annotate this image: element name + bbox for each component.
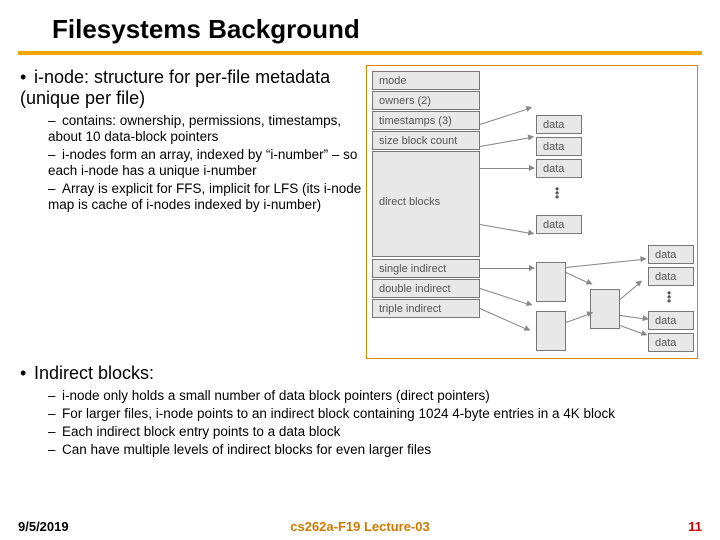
diag-mode: mode	[372, 71, 480, 90]
arrow-icon	[566, 259, 646, 268]
sub-bullet: –i-node only holds a small number of dat…	[48, 388, 700, 404]
bullet-inode: •i-node: structure for per-file metadata…	[20, 67, 368, 109]
sub-bullet: –Each indirect block entry points to a d…	[48, 424, 700, 440]
arrow-icon	[480, 168, 534, 169]
diag-data: data	[648, 311, 694, 330]
diag-data: data	[648, 333, 694, 352]
dots-icon: •••	[667, 291, 671, 303]
footer: 9/5/2019 cs262a-F19 Lecture-03 11	[0, 519, 720, 534]
arrow-icon	[620, 315, 648, 320]
footer-center: cs262a-F19 Lecture-03	[0, 519, 720, 534]
diag-data: data	[648, 267, 694, 286]
sub-bullet-text: contains: ownership, permissions, timest…	[48, 113, 341, 144]
bullet-indirect-text: Indirect blocks:	[34, 363, 154, 383]
diag-data: data	[536, 159, 582, 178]
diag-timestamps: timestamps (3)	[372, 111, 480, 130]
sub-bullet: –i-nodes form an array, indexed by “i-nu…	[48, 147, 368, 179]
diag-data: data	[536, 115, 582, 134]
diag-single: single indirect	[372, 259, 480, 278]
diag-indirect-block	[536, 311, 566, 351]
inode-diagram: mode owners (2) timestamps (3) size bloc…	[368, 67, 698, 357]
sub-bullet: –Can have multiple levels of indirect bl…	[48, 442, 700, 458]
arrow-icon	[566, 272, 592, 285]
diag-triple: triple indirect	[372, 299, 480, 318]
sub-bullet: –For larger files, i-node points to an i…	[48, 406, 700, 422]
arrow-icon	[480, 137, 533, 147]
sub-bullet-text: Can have multiple levels of indirect blo…	[62, 442, 431, 457]
diag-data: data	[536, 137, 582, 156]
sub-bullet: –contains: ownership, permissions, times…	[48, 113, 368, 145]
sub-bullet-text: For larger files, i-node points to an in…	[62, 406, 615, 421]
diag-size: size block count	[372, 131, 480, 150]
sub-bullet-text: Array is explicit for FFS, implicit for …	[48, 181, 361, 212]
diag-indirect-block	[590, 289, 620, 329]
arrow-icon	[620, 281, 642, 300]
dots-icon: •••	[555, 187, 559, 199]
diag-owners: owners (2)	[372, 91, 480, 110]
sub-bullet-text: Each indirect block entry points to a da…	[62, 424, 340, 439]
diag-data: data	[536, 215, 582, 234]
sub-bullet-text: i-nodes form an array, indexed by “i-num…	[48, 147, 357, 178]
title-underline	[18, 51, 702, 55]
diag-data: data	[648, 245, 694, 264]
arrow-icon	[480, 308, 530, 331]
bullet-indirect: •Indirect blocks:	[20, 363, 700, 384]
below-section: •Indirect blocks: –i-node only holds a s…	[0, 357, 720, 458]
arrow-icon	[480, 224, 533, 234]
arrow-icon	[566, 312, 593, 323]
slide-title: Filesystems Background	[0, 0, 720, 49]
diag-double: double indirect	[372, 279, 480, 298]
arrow-icon	[480, 107, 532, 125]
arrow-icon	[620, 325, 647, 336]
diag-direct: direct blocks	[372, 151, 480, 257]
diagram-column: mode owners (2) timestamps (3) size bloc…	[368, 63, 698, 357]
left-column: •i-node: structure for per-file metadata…	[20, 63, 368, 357]
sub-bullet-text: i-node only holds a small number of data…	[62, 388, 490, 403]
arrow-icon	[480, 288, 532, 306]
bullet-inode-text: i-node: structure for per-file metadata …	[20, 67, 330, 108]
arrow-icon	[480, 268, 534, 269]
sub-bullet: –Array is explicit for FFS, implicit for…	[48, 181, 368, 213]
diag-indirect-block	[536, 262, 566, 302]
